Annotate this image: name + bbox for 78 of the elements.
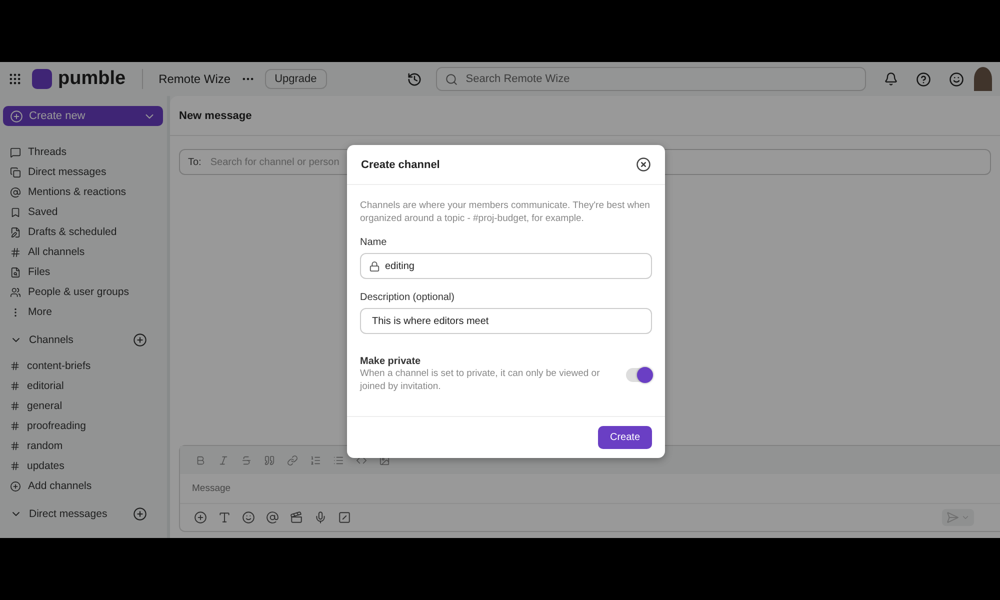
setting-description: When a channel is set to private, it can only be viewed or joined by invitation. xyxy=(360,367,601,393)
create-new-button[interactable]: Create new xyxy=(3,106,163,126)
logo-icon xyxy=(32,69,52,89)
hash-icon xyxy=(10,461,20,471)
draft-icon xyxy=(10,226,21,238)
text-format-icon xyxy=(218,511,231,524)
hash-icon xyxy=(10,381,20,391)
microphone-icon xyxy=(314,511,327,524)
close-icon[interactable] xyxy=(636,157,651,172)
send-icon xyxy=(946,511,959,524)
channel-item[interactable]: editorial xyxy=(3,376,163,396)
name-field[interactable]: editing xyxy=(360,253,652,279)
page-title: New message xyxy=(179,110,252,122)
search-field[interactable]: Search Remote Wize xyxy=(436,67,866,91)
italic-icon xyxy=(218,454,229,466)
logo-text: pumble xyxy=(58,68,126,90)
help-icon[interactable] xyxy=(916,72,931,86)
caret-icon xyxy=(961,513,970,522)
sidebar-item[interactable]: People & user groups xyxy=(3,282,163,302)
private-toggle[interactable] xyxy=(626,368,652,382)
lock-icon xyxy=(369,260,380,272)
smiley-icon[interactable] xyxy=(949,72,964,86)
search-icon xyxy=(444,72,458,86)
avatar[interactable] xyxy=(974,67,992,91)
dialog-description: Channels are where your members communicate. They're best when organized around a topic - #proj-budget, for example. xyxy=(360,199,651,225)
hash-icon xyxy=(10,421,20,431)
sidebar-item[interactable]: All channels xyxy=(3,242,163,262)
sidebar-item[interactable]: Threads xyxy=(3,142,163,162)
sidebar-item[interactable]: More xyxy=(3,302,163,322)
at-icon xyxy=(10,186,21,198)
sidebar-item[interactable]: Drafts & scheduled xyxy=(3,222,163,242)
hash-icon xyxy=(10,246,21,258)
hash-icon xyxy=(10,401,20,411)
upgrade-button[interactable]: Upgrade xyxy=(264,69,327,89)
people-icon xyxy=(10,286,21,298)
hash-icon xyxy=(10,441,20,451)
message-input[interactable]: Message xyxy=(180,474,1000,504)
sidebar-item[interactable]: Direct messages xyxy=(3,162,163,182)
bold-icon xyxy=(195,454,206,466)
create-button[interactable]: Create xyxy=(598,426,652,449)
add-icon xyxy=(133,507,147,521)
video-icon xyxy=(290,511,303,524)
bookmark-icon xyxy=(10,206,21,218)
sidebar-item[interactable]: Files xyxy=(3,262,163,282)
quote-icon xyxy=(264,454,275,466)
add-icon xyxy=(10,480,21,492)
channel-item[interactable]: updates xyxy=(3,456,163,476)
channel-item[interactable]: proofreading xyxy=(3,416,163,436)
section-header[interactable]: Direct messages xyxy=(3,504,163,524)
link-icon xyxy=(287,454,298,466)
bell-icon[interactable] xyxy=(884,72,898,86)
add-icon xyxy=(10,110,23,122)
workspace-name[interactable]: Remote Wize xyxy=(158,72,231,86)
history-icon[interactable] xyxy=(406,72,422,86)
field-label: Description (optional) xyxy=(360,292,456,303)
section-header[interactable]: Channels xyxy=(3,330,163,350)
file-icon xyxy=(10,266,21,278)
add-icon xyxy=(133,333,147,347)
hash-icon xyxy=(10,361,20,371)
messages-icon xyxy=(10,166,21,178)
channel-item[interactable]: random xyxy=(3,436,163,456)
description-field[interactable]: This is where editors meet xyxy=(360,308,652,334)
at-icon xyxy=(266,511,279,524)
emoji-icon xyxy=(242,511,255,524)
setting-title: Make private xyxy=(360,356,422,367)
dialog-title: Create channel xyxy=(361,158,440,170)
apps-icon[interactable] xyxy=(8,72,22,86)
numbered-list-icon xyxy=(310,454,321,466)
field-label: Name xyxy=(360,237,388,248)
channel-item[interactable]: general xyxy=(3,396,163,416)
slash-command-icon xyxy=(338,511,351,524)
strikethrough-icon xyxy=(241,454,252,466)
sidebar-item[interactable]: Saved xyxy=(3,202,163,222)
add-channels-item[interactable]: Add channels xyxy=(3,476,163,496)
add-icon xyxy=(194,511,207,524)
channel-item[interactable]: content-briefs xyxy=(3,356,163,376)
threads-icon xyxy=(10,146,21,158)
sidebar-item[interactable]: Mentions & reactions xyxy=(3,182,163,202)
